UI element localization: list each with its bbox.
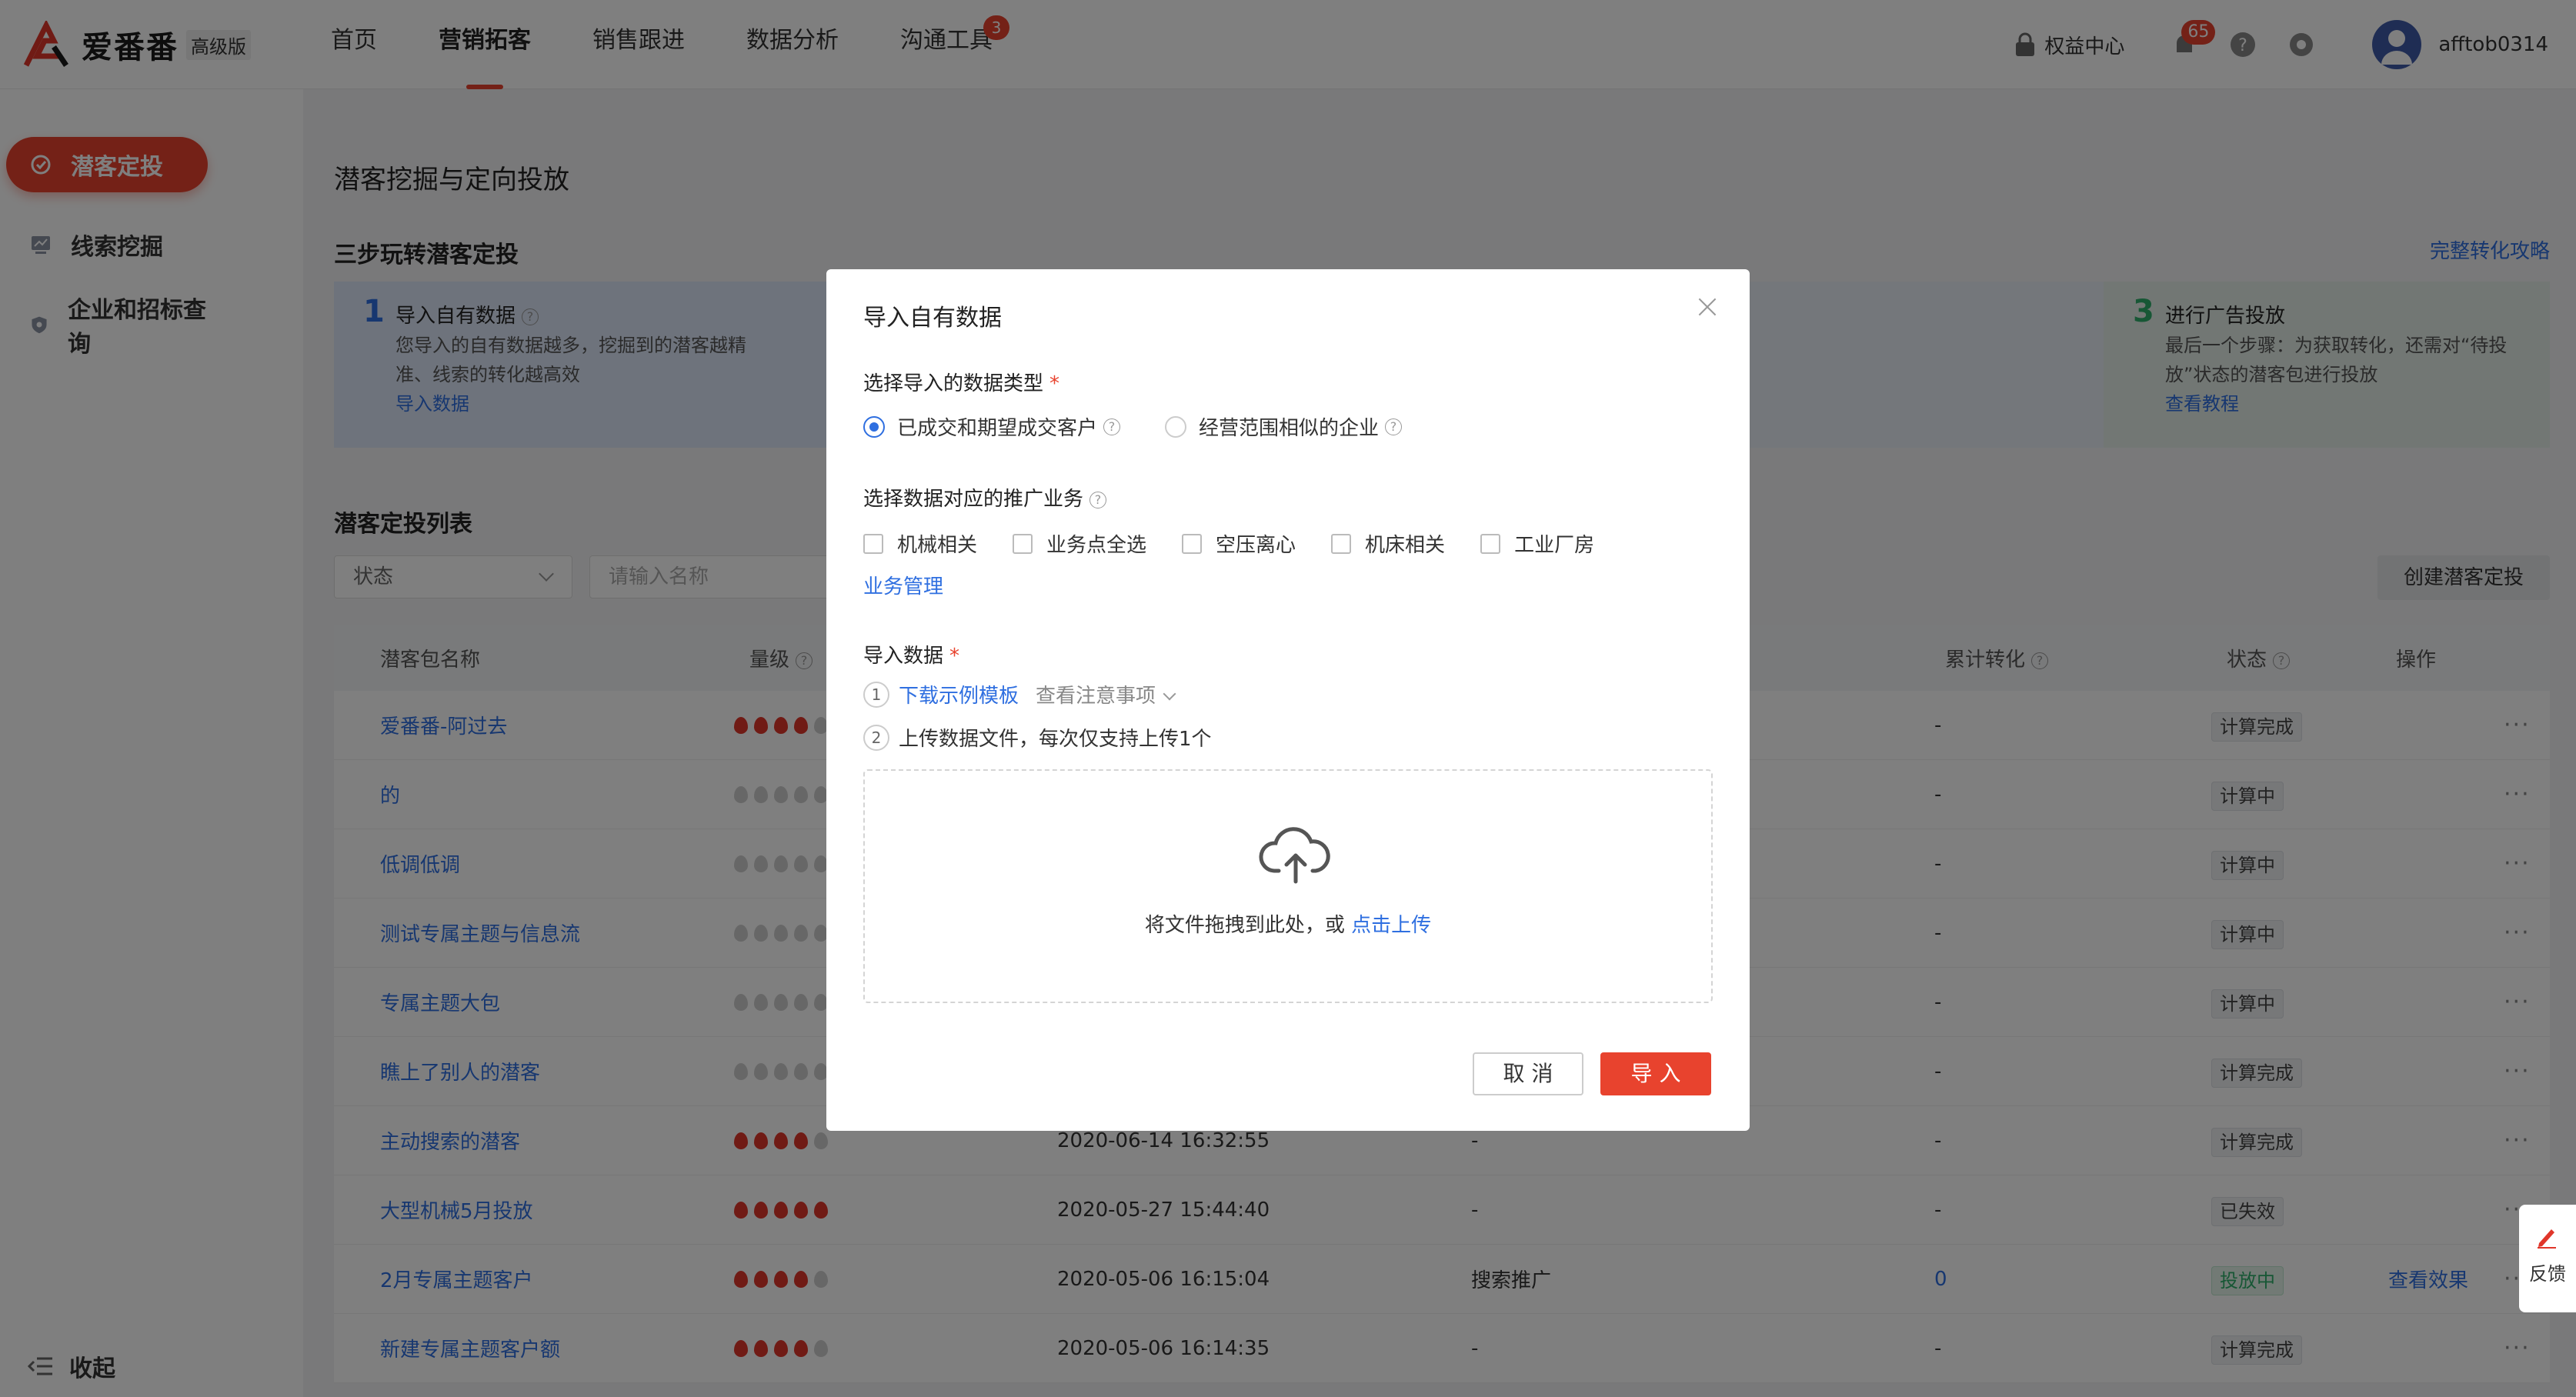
download-template-link[interactable]: 下载示例模板 — [899, 680, 1019, 709]
view-notes-toggle[interactable]: 查看注意事项 — [1036, 680, 1176, 709]
import-step-2: 2 上传数据文件，每次仅支持上传1个 — [863, 723, 1212, 752]
pen-icon — [2538, 1229, 2556, 1249]
feedback-button[interactable]: 反馈 — [2519, 1205, 2576, 1312]
import-button[interactable]: 导 入 — [1600, 1052, 1711, 1095]
checkbox-select-all[interactable] — [1013, 533, 1033, 554]
business-manage-link[interactable]: 业务管理 — [863, 571, 943, 599]
business-label: 选择数据对应的推广业务? — [863, 483, 1107, 512]
checkbox-machinery[interactable] — [863, 533, 883, 554]
chevron-down-icon — [1163, 687, 1176, 701]
data-type-radio-group: 已成交和期望成交客户? 经营范围相似的企业? — [863, 412, 1403, 441]
radio-closed-customers[interactable] — [863, 415, 885, 438]
data-type-label: 选择导入的数据类型 * — [863, 372, 1060, 395]
import-step-1: 1 下载示例模板 查看注意事项 — [863, 680, 1176, 709]
radio-similar-enterprises[interactable] — [1165, 415, 1187, 438]
question-icon[interactable]: ? — [1089, 492, 1107, 508]
import-data-label: 导入数据 * — [863, 645, 960, 668]
cancel-button[interactable]: 取 消 — [1473, 1052, 1583, 1095]
question-icon[interactable]: ? — [1385, 418, 1403, 435]
dialog-title: 导入自有数据 — [863, 305, 1002, 332]
checkbox-machine-tool[interactable] — [1331, 533, 1352, 554]
business-checkbox-group: 机械相关 业务点全选 空压离心 机床相关 工业厂房 — [863, 529, 1630, 558]
checkbox-factory[interactable] — [1480, 533, 1501, 554]
import-dialog: 导入自有数据 选择导入的数据类型 * 已成交和期望成交客户? 经营范围相似的企业?… — [826, 269, 1750, 1131]
cloud-upload-icon — [1259, 827, 1330, 884]
click-upload-link[interactable]: 点击上传 — [1351, 914, 1431, 937]
question-icon[interactable]: ? — [1103, 418, 1121, 435]
close-icon[interactable] — [1696, 295, 1719, 318]
checkbox-compressor[interactable] — [1182, 533, 1203, 554]
upload-dropzone[interactable]: 将文件拖拽到此处，或 点击上传 — [863, 769, 1713, 1003]
